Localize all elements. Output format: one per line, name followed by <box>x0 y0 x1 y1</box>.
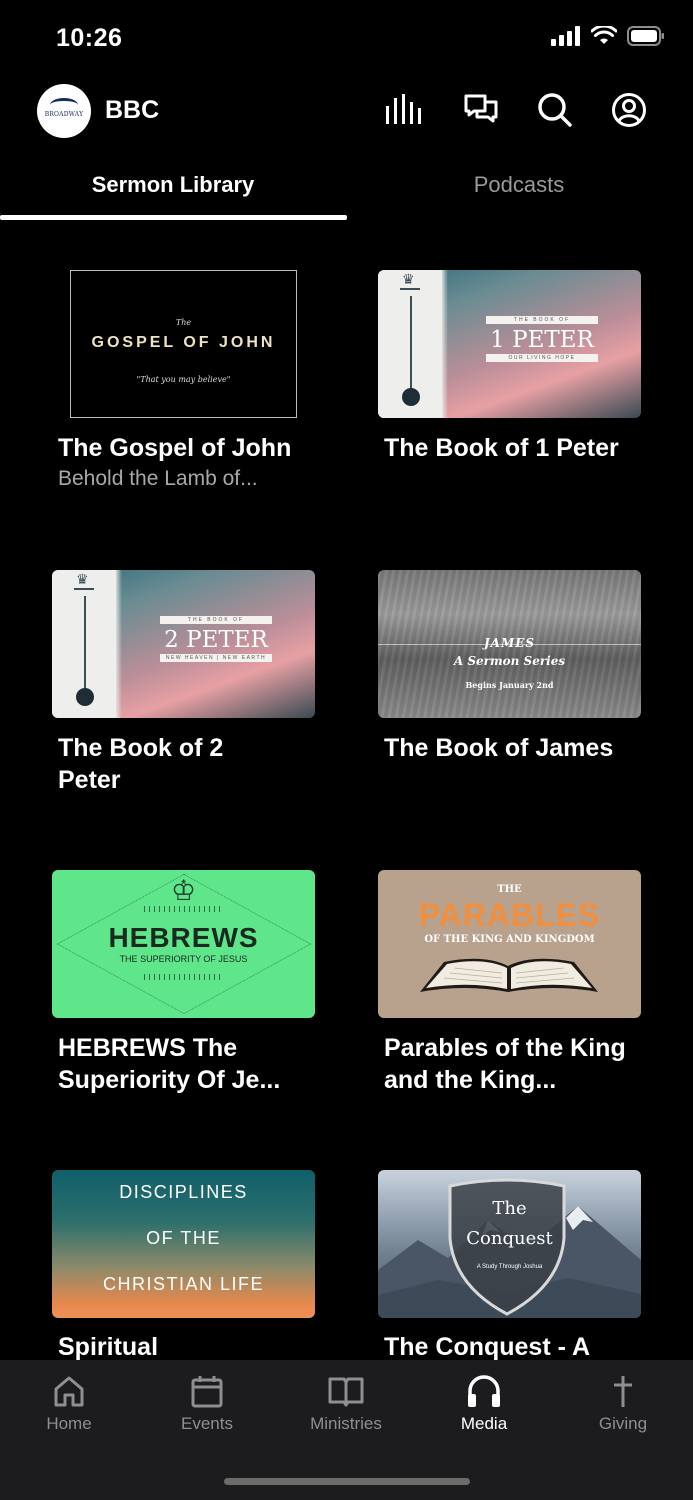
thumbnail-text: The <box>175 318 192 327</box>
thumbnail-text: DISCIPLINES <box>119 1182 248 1202</box>
thumbnail-text: HEBREWS <box>108 922 259 953</box>
nav-item-home[interactable]: Home <box>0 1374 138 1434</box>
sermon-card-parables[interactable]: THE PARABLES OF THE KING AND KINGDOM Par… <box>326 870 641 1170</box>
nav-item-giving[interactable]: Giving <box>554 1374 692 1434</box>
status-icons <box>551 26 665 46</box>
nav-label: Giving <box>598 1414 648 1433</box>
app-title: BBC <box>105 96 160 124</box>
sermon-card-spiritual-disciplines[interactable]: DISCIPLINES OF THE CHRISTIAN LIFE Spirit… <box>0 1170 315 1360</box>
audio-levels-icon[interactable] <box>385 94 425 126</box>
thumbnail-text: Conquest <box>466 1228 553 1249</box>
sermon-title: The Conquest - A <box>384 1333 591 1360</box>
sermon-thumbnail: THE PARABLES OF THE KING AND KINGDOM <box>378 870 641 1018</box>
headphones-icon <box>468 1375 500 1407</box>
status-time: 10:26 <box>56 24 123 52</box>
sermon-thumbnail: DISCIPLINES OF THE CHRISTIAN LIFE <box>52 1170 315 1318</box>
sermon-thumbnail: JAMES A Sermon Series Begins January 2nd <box>378 570 641 718</box>
thumbnail-text: OF THE <box>146 1228 221 1248</box>
logo-arc <box>50 98 78 112</box>
sermon-card-gospel-of-john[interactable]: The GOSPEL OF JOHN "That you may believe… <box>0 270 300 570</box>
sermon-title: Parables of the King and the King... <box>384 1034 626 1094</box>
sermon-card-the-conquest[interactable]: The Conquest A Study Through Joshua The … <box>326 1170 641 1360</box>
thumbnail-text: The <box>492 1198 527 1219</box>
thumbnail-dot <box>402 388 420 406</box>
nav-item-ministries[interactable]: Ministries <box>277 1374 415 1434</box>
nav-item-events[interactable]: Events <box>138 1374 276 1434</box>
thumbnail-line <box>84 596 86 692</box>
book-icon <box>328 1377 364 1407</box>
active-tab-indicator <box>0 215 347 220</box>
tab-sermon-library[interactable]: Sermon Library <box>0 160 346 222</box>
chat-icon[interactable] <box>463 93 499 127</box>
thumbnail-text: 2 PETER <box>164 627 268 653</box>
sermon-title: Spiritual <box>58 1333 159 1360</box>
sermon-title: The Book of James <box>384 734 614 762</box>
nav-item-media[interactable]: Media <box>415 1374 553 1434</box>
thumbnail-text: Begins January 2nd <box>465 680 554 690</box>
sermon-thumbnail: THE BOOK OF 1 PETER OUR LIVING HOPE <box>378 270 641 418</box>
thumbnail-text: PARABLES <box>418 897 601 933</box>
header-actions <box>385 92 647 128</box>
thumbnail-ticks <box>143 906 224 912</box>
home-indicator[interactable] <box>224 1478 470 1485</box>
thumbnail-ticks <box>143 974 224 980</box>
sermon-title: The Book of 2 Peter <box>58 734 224 794</box>
nav-label: Ministries <box>310 1414 382 1433</box>
crown-icon <box>74 571 94 590</box>
thumbnail-text: THE BOOK OF <box>486 316 598 324</box>
sermon-thumbnail: The Conquest A Study Through Joshua <box>378 1170 641 1318</box>
crown-icon: ♔ <box>170 875 197 906</box>
sermon-thumbnail: The GOSPEL OF JOHN "That you may believe… <box>70 270 297 418</box>
sermon-card-1-peter[interactable]: THE BOOK OF 1 PETER OUR LIVING HOPE The … <box>326 270 641 570</box>
thumbnail-text: THE <box>497 884 522 895</box>
thumbnail-text: "That you may believe" <box>136 375 231 384</box>
thumbnail-text: JAMES <box>483 636 536 650</box>
cellular-signal-icon <box>551 26 580 46</box>
thumbnail-text: GOSPEL OF JOHN <box>91 334 276 351</box>
open-book-icon <box>420 958 598 992</box>
thumbnail-text: OUR LIVING HOPE <box>486 354 598 362</box>
app-header: BROADWAY BBC <box>0 78 693 144</box>
thumbnail-text: THE SUPERIORITY OF JESUS <box>119 954 248 964</box>
thumbnail-text: THE BOOK OF <box>160 616 272 624</box>
nav-label: Home <box>46 1414 92 1433</box>
thumbnail-text: A Sermon Series <box>453 654 566 668</box>
sermon-title: The Book of 1 Peter <box>384 434 619 462</box>
cross-icon <box>614 1376 632 1407</box>
thumbnail-text: OF THE KING AND KINGDOM <box>424 934 595 945</box>
sermon-thumbnail: ♔ HEBREWS THE SUPERIORITY OF JESUS <box>52 870 315 1018</box>
account-icon[interactable] <box>611 92 647 128</box>
thumbnail-text: A Study Through Joshua <box>476 1264 543 1270</box>
tab-podcasts[interactable]: Podcasts <box>346 160 692 222</box>
thumbnail-line <box>410 296 412 392</box>
library-tabs: Sermon Library Podcasts <box>0 160 693 222</box>
sermon-card-hebrews[interactable]: ♔ HEBREWS THE SUPERIORITY OF JESUS HEBRE… <box>0 870 315 1170</box>
status-bar: 10:26 <box>0 0 693 78</box>
sermon-title: HEBREWS The Superiority Of Je... <box>58 1034 281 1094</box>
thumbnail-text: CHRISTIAN LIFE <box>102 1274 265 1294</box>
sermon-card-2-peter[interactable]: THE BOOK OF 2 PETER NEW HEAVEN | NEW EAR… <box>0 570 315 870</box>
wifi-icon <box>591 26 617 44</box>
sermon-grid: The GOSPEL OF JOHN "That you may believe… <box>0 270 693 1360</box>
sermon-thumbnail: THE BOOK OF 2 PETER NEW HEAVEN | NEW EAR… <box>52 570 315 718</box>
church-logo[interactable]: BROADWAY <box>37 84 91 138</box>
search-icon[interactable] <box>537 92 573 128</box>
calendar-icon <box>191 1376 223 1408</box>
thumbnail-text: 1 PETER <box>490 327 594 353</box>
thumbnail-dot <box>76 688 94 706</box>
nav-label: Events <box>181 1414 233 1433</box>
nav-label: Media <box>460 1414 508 1433</box>
crown-icon <box>400 271 420 290</box>
sermon-title: The Gospel of John <box>58 434 292 462</box>
sermon-card-james[interactable]: JAMES A Sermon Series Begins January 2nd… <box>326 570 641 870</box>
battery-icon <box>627 26 664 46</box>
thumbnail-text: NEW HEAVEN | NEW EARTH <box>160 654 272 662</box>
sermon-subtitle: Behold the Lamb of... <box>58 467 258 490</box>
home-icon <box>54 1376 84 1407</box>
